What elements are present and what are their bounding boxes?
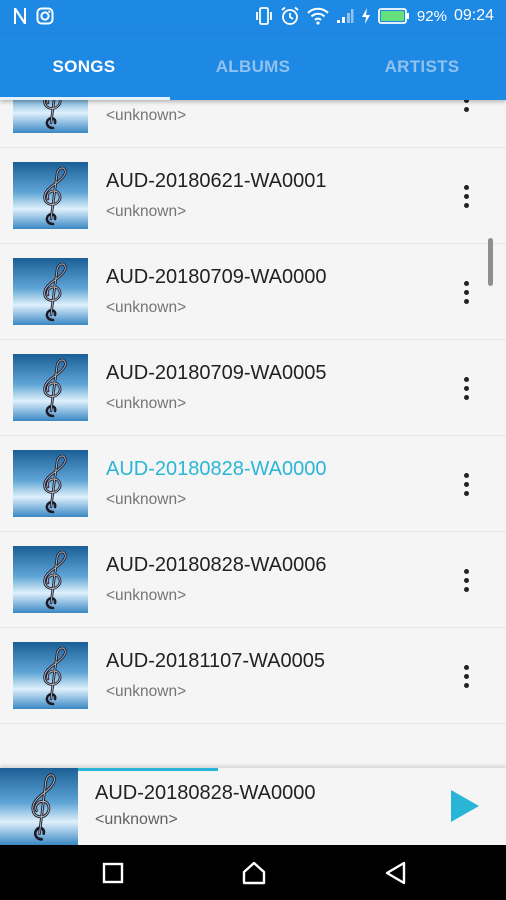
tab-bar: SONGS ALBUMS ARTISTS: [0, 34, 506, 100]
song-title: AUD-20181107-WA0005: [106, 650, 326, 672]
music-note-art-icon: [13, 642, 88, 709]
song-album-art: [13, 100, 88, 133]
back-triangle-icon: [385, 861, 406, 885]
vibrate-icon: [255, 6, 273, 26]
song-artist: <unknown>: [106, 683, 187, 700]
more-dot: [463, 481, 469, 487]
alarm-icon: [280, 6, 300, 26]
tab-artists[interactable]: ARTISTS: [338, 34, 506, 100]
recents-square-icon: [102, 862, 124, 884]
song-overflow-menu-button[interactable]: [452, 100, 480, 118]
music-note-art-icon: [13, 258, 88, 325]
song-artist: <unknown>: [106, 395, 187, 412]
now-playing-artist: <unknown>: [95, 811, 178, 828]
navigation-bar: [0, 845, 506, 900]
play-icon: [451, 790, 479, 822]
song-album-art: [13, 450, 88, 517]
song-row[interactable]: AUD-20180828-WA0000 <unknown>: [0, 436, 506, 532]
song-artist: <unknown>: [106, 203, 187, 220]
more-dot: [463, 682, 469, 688]
song-artist: <unknown>: [106, 107, 187, 124]
song-list[interactable]: AUD-20180304-WA0001<unknown>AUD-20180621…: [0, 100, 506, 768]
song-overflow-menu-button[interactable]: [452, 562, 480, 598]
song-overflow-menu-button[interactable]: [452, 274, 480, 310]
music-note-art-icon: [13, 354, 88, 421]
song-album-art: [13, 162, 88, 229]
song-row[interactable]: AUD-20180709-WA0005 <unknown>: [0, 340, 506, 436]
song-title: AUD-20180621-WA0001: [106, 170, 327, 192]
battery-percent: 92%: [416, 7, 447, 25]
recents-button[interactable]: [98, 858, 128, 888]
music-note-art-icon: [13, 100, 88, 133]
song-row[interactable]: AUD-20180828-WA0006 <unknown>: [0, 532, 506, 628]
back-button[interactable]: [381, 858, 411, 888]
more-dot: [463, 385, 469, 391]
song-overflow-menu-button[interactable]: [452, 658, 480, 694]
wifi-icon: [307, 7, 329, 25]
song-artist: <unknown>: [106, 587, 187, 604]
tab-indicator: [0, 97, 170, 100]
now-playing-album-art: [0, 768, 78, 845]
home-button[interactable]: [239, 858, 269, 888]
song-overflow-menu-button[interactable]: [452, 370, 480, 406]
song-title: AUD-20180709-WA0000: [106, 266, 327, 288]
song-row[interactable]: AUD-20180621-WA0001 <unknown>: [0, 148, 506, 244]
more-dot: [463, 472, 469, 478]
song-album-art: [13, 546, 88, 613]
more-dot: [463, 193, 469, 199]
song-album-art: [13, 354, 88, 421]
more-dot: [463, 184, 469, 190]
more-dot: [463, 673, 469, 679]
music-note-art-icon: [13, 546, 88, 613]
n-notification-icon: [12, 7, 28, 25]
more-dot: [463, 586, 469, 592]
tab-songs[interactable]: SONGS: [0, 34, 168, 100]
song-title: AUD-20180828-WA0000: [106, 458, 327, 480]
song-row[interactable]: AUD-20181107-WA0005 <unknown>: [0, 628, 506, 724]
now-playing-bar[interactable]: AUD-20180828-WA0000 <unknown>: [0, 768, 506, 845]
song-album-art: [13, 258, 88, 325]
more-dot: [463, 202, 469, 208]
song-title: AUD-20180828-WA0006: [106, 554, 327, 576]
music-note-art-icon: [13, 162, 88, 229]
more-dot: [463, 664, 469, 670]
song-album-art: [13, 642, 88, 709]
more-dot: [463, 577, 469, 583]
music-note-art-icon: [13, 450, 88, 517]
music-note-art-icon: [0, 768, 78, 845]
tab-albums[interactable]: ALBUMS: [169, 34, 337, 100]
now-playing-title: AUD-20180828-WA0000: [95, 782, 316, 804]
battery-icon: [378, 7, 410, 25]
song-row[interactable]: AUD-20180304-WA0001<unknown>: [0, 100, 506, 148]
more-dot: [463, 568, 469, 574]
more-dot: [463, 106, 469, 112]
song-title: AUD-20180709-WA0005: [106, 362, 327, 384]
home-icon: [242, 861, 266, 885]
instagram-icon: [36, 7, 54, 25]
more-dot: [463, 100, 469, 103]
more-dot: [463, 289, 469, 295]
signal-icon: [336, 8, 354, 24]
more-dot: [463, 394, 469, 400]
clock: 09:24: [453, 7, 494, 24]
more-dot: [463, 376, 469, 382]
more-dot: [463, 298, 469, 304]
song-overflow-menu-button[interactable]: [452, 466, 480, 502]
charging-icon: [361, 7, 371, 25]
more-dot: [463, 490, 469, 496]
status-bar: 92% 09:24: [0, 0, 506, 34]
play-button[interactable]: [447, 788, 481, 824]
song-row[interactable]: AUD-20180709-WA0000 <unknown>: [0, 244, 506, 340]
more-dot: [463, 280, 469, 286]
scrollbar[interactable]: [488, 238, 493, 286]
song-overflow-menu-button[interactable]: [452, 178, 480, 214]
song-artist: <unknown>: [106, 491, 187, 508]
song-artist: <unknown>: [106, 299, 187, 316]
